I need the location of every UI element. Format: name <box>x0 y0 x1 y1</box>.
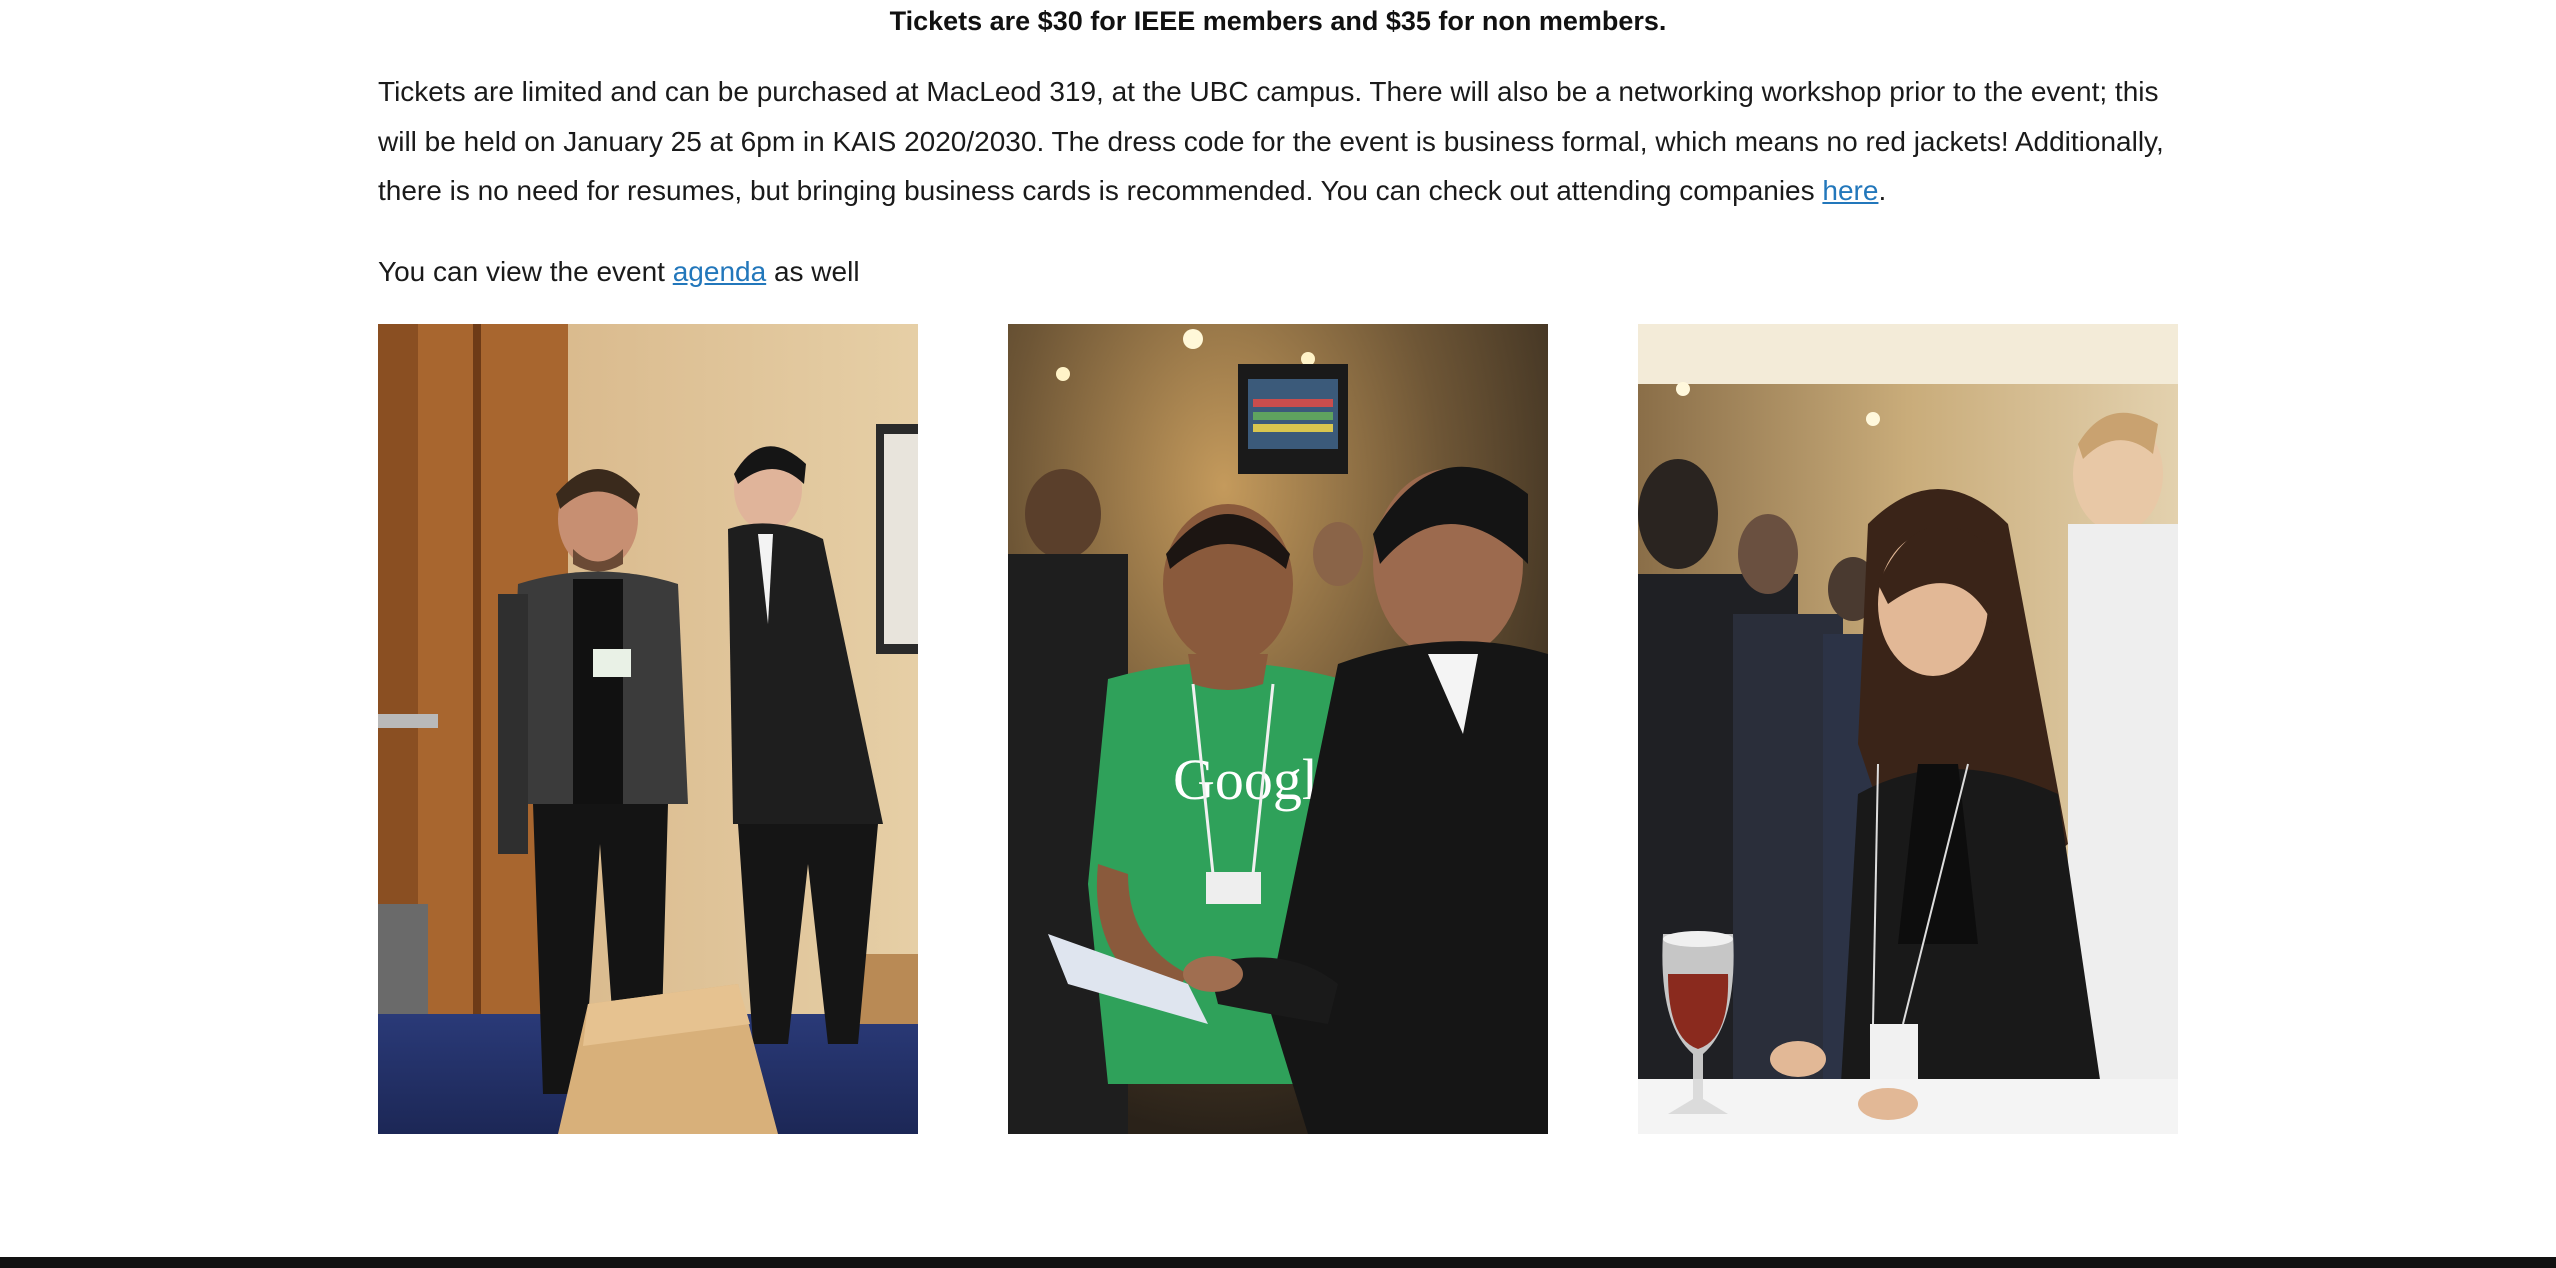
photo-two-men-talking <box>378 324 918 1134</box>
agenda-text-end: as well <box>766 255 860 287</box>
photo-google-attendee: Google <box>1008 324 1548 1134</box>
attending-companies-link[interactable]: here <box>1822 175 1878 206</box>
agenda-text: You can view the event <box>378 255 673 287</box>
event-info-section: Tickets are $30 for IEEE members and $35… <box>378 0 2178 296</box>
photo-woman-with-drink <box>1638 324 2178 1134</box>
ticket-details-text: Tickets are limited and can be purchased… <box>378 76 2164 206</box>
event-photo-gallery: Google <box>378 324 2178 1134</box>
agenda-paragraph: You can view the event agenda as well <box>378 247 2178 297</box>
ticket-details-paragraph: Tickets are limited and can be purchased… <box>378 67 2178 216</box>
agenda-link[interactable]: agenda <box>673 256 766 287</box>
footer-bar <box>0 1257 2556 1268</box>
ticket-price-heading: Tickets are $30 for IEEE members and $35… <box>889 6 1667 36</box>
ticket-details-end: . <box>1878 175 1887 206</box>
